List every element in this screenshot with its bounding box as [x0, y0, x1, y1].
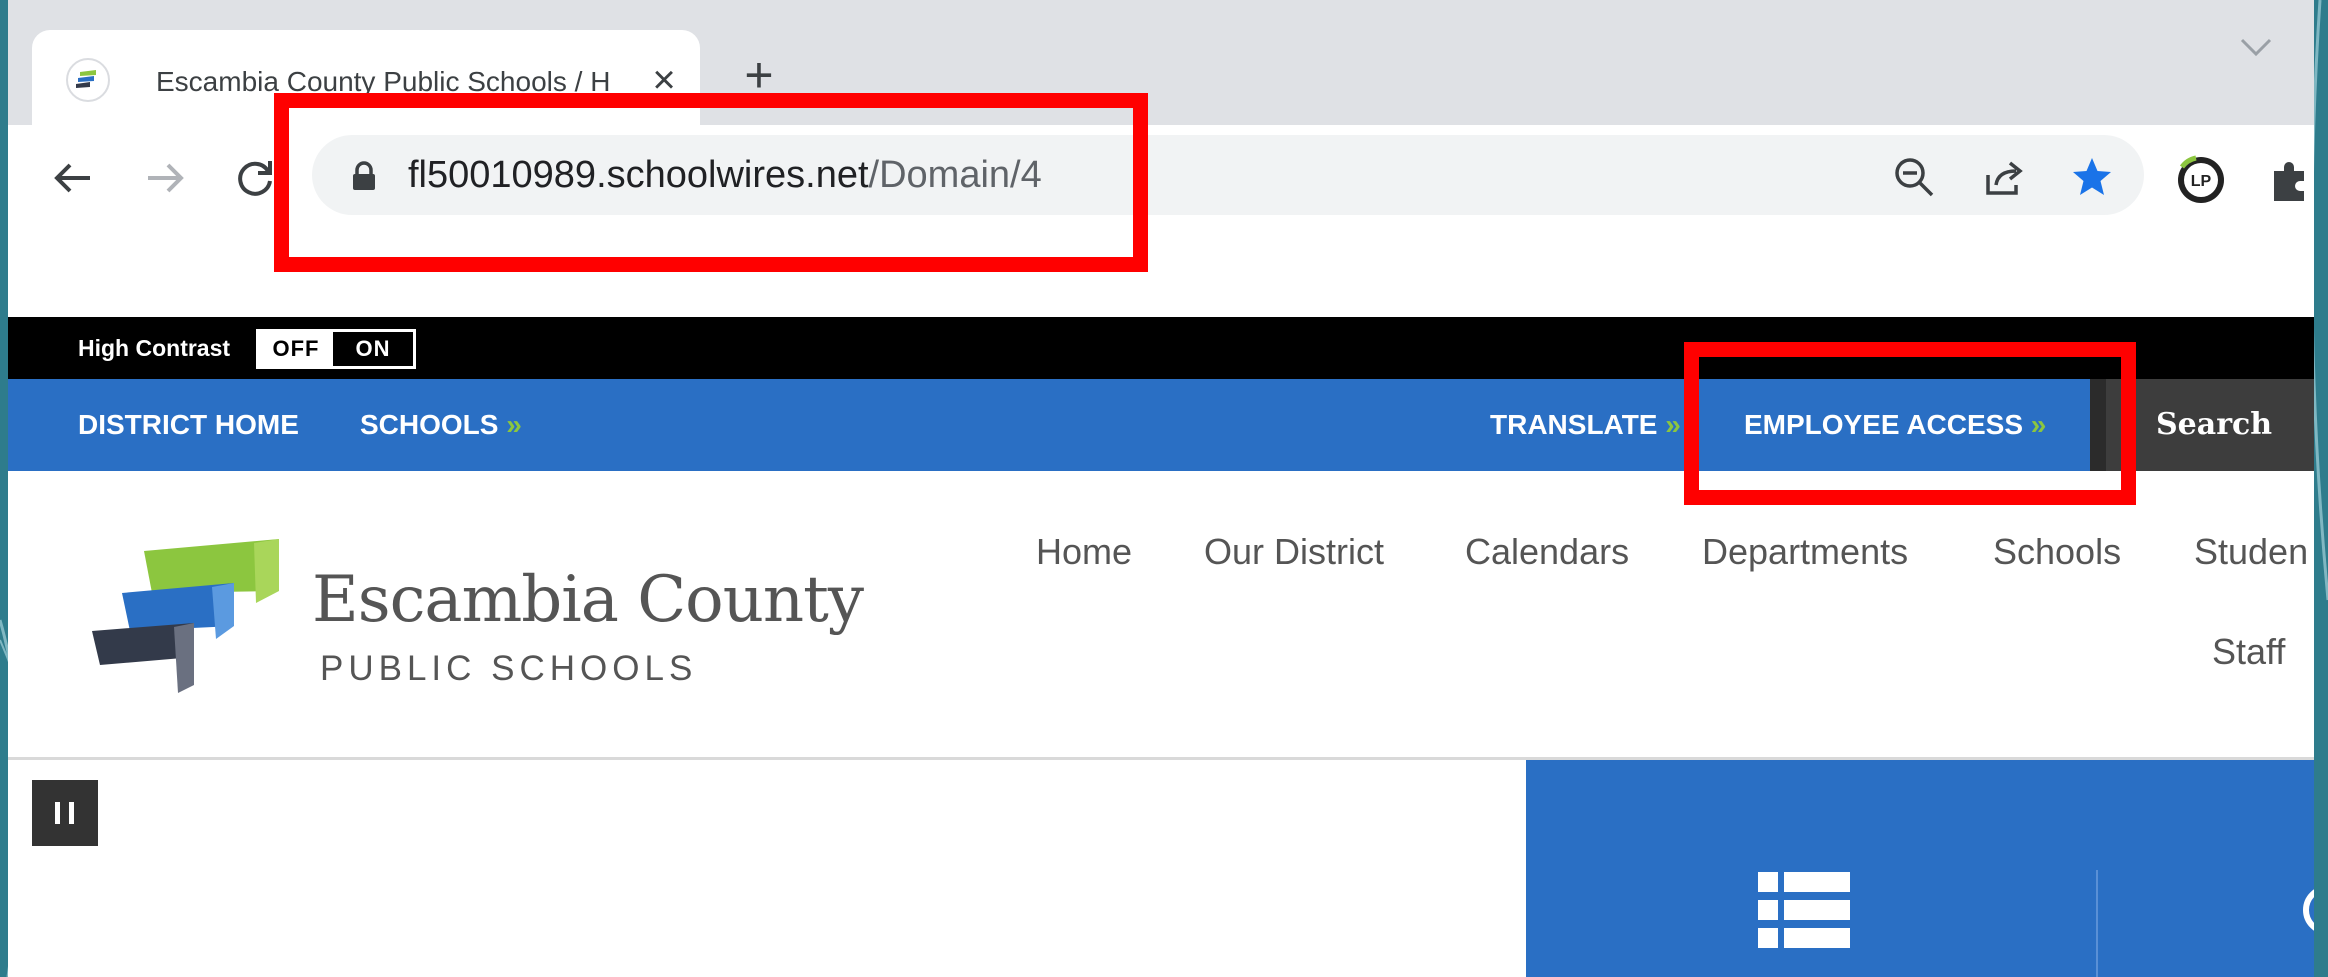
pause-bar-left — [55, 802, 60, 824]
search-label: Search — [2156, 407, 2273, 442]
slideshow-pause-button[interactable] — [32, 780, 98, 846]
nav-calendars[interactable]: Calendars — [1465, 531, 1629, 573]
schools-menu-link[interactable]: SCHOOLS » — [360, 379, 522, 471]
nav-departments[interactable]: Departments — [1702, 531, 1908, 573]
bookmark-star-icon[interactable] — [2070, 155, 2114, 199]
list-icon — [1758, 872, 1850, 948]
high-contrast-on[interactable]: ON — [333, 332, 413, 366]
logo-subtitle: PUBLIC SCHOOLS — [320, 649, 698, 688]
pause-bar-right — [69, 802, 74, 824]
nav-our-district[interactable]: Our District — [1204, 531, 1384, 573]
translate-label: TRANSLATE — [1490, 409, 1658, 440]
translate-link[interactable]: TRANSLATE » — [1490, 379, 1681, 471]
quick-links-tile[interactable] — [1526, 760, 2314, 977]
new-tab-button[interactable]: + — [736, 50, 782, 100]
page-content — [8, 760, 2314, 977]
high-contrast-label: High Contrast — [78, 335, 231, 361]
employee-access-highlight-box — [1684, 342, 2136, 505]
zoom-out-icon[interactable] — [1892, 155, 1936, 199]
forward-icon[interactable] — [140, 153, 190, 203]
site-header: Escambia County PUBLIC SCHOOLS Home Our … — [8, 471, 2314, 757]
chevron-double-right-icon: » — [506, 409, 522, 440]
school-favicon-icon — [66, 58, 110, 102]
tab-search-chevron-icon[interactable] — [2238, 36, 2274, 60]
back-icon[interactable] — [48, 153, 98, 203]
lastpass-icon[interactable]: LP — [2176, 155, 2226, 205]
chevron-double-right-icon: » — [1665, 409, 1681, 440]
share-icon[interactable] — [1982, 155, 2026, 199]
schools-menu-label: SCHOOLS — [360, 409, 499, 440]
url-highlight-box — [274, 93, 1148, 272]
nav-students[interactable]: Studen — [2194, 531, 2308, 573]
reload-icon[interactable] — [230, 153, 280, 203]
high-contrast-toggle[interactable]: OFF ON — [256, 329, 416, 369]
lastpass-badge-text: LP — [2191, 173, 2212, 190]
partial-tile-icon[interactable] — [2302, 880, 2314, 940]
nav-staff[interactable]: Staff — [2212, 631, 2285, 673]
tile-separator — [2096, 870, 2098, 977]
logo-name[interactable]: Escambia County — [312, 563, 864, 637]
nav-home[interactable]: Home — [1036, 531, 1132, 573]
district-logo-icon[interactable] — [84, 531, 284, 701]
high-contrast-off[interactable]: OFF — [259, 332, 333, 366]
extensions-icon[interactable] — [2264, 155, 2314, 205]
district-home-link[interactable]: DISTRICT HOME — [78, 379, 299, 471]
nav-schools[interactable]: Schools — [1993, 531, 2121, 573]
screenshot-area: Escambia County Public Schools / H × + f… — [8, 0, 2314, 977]
